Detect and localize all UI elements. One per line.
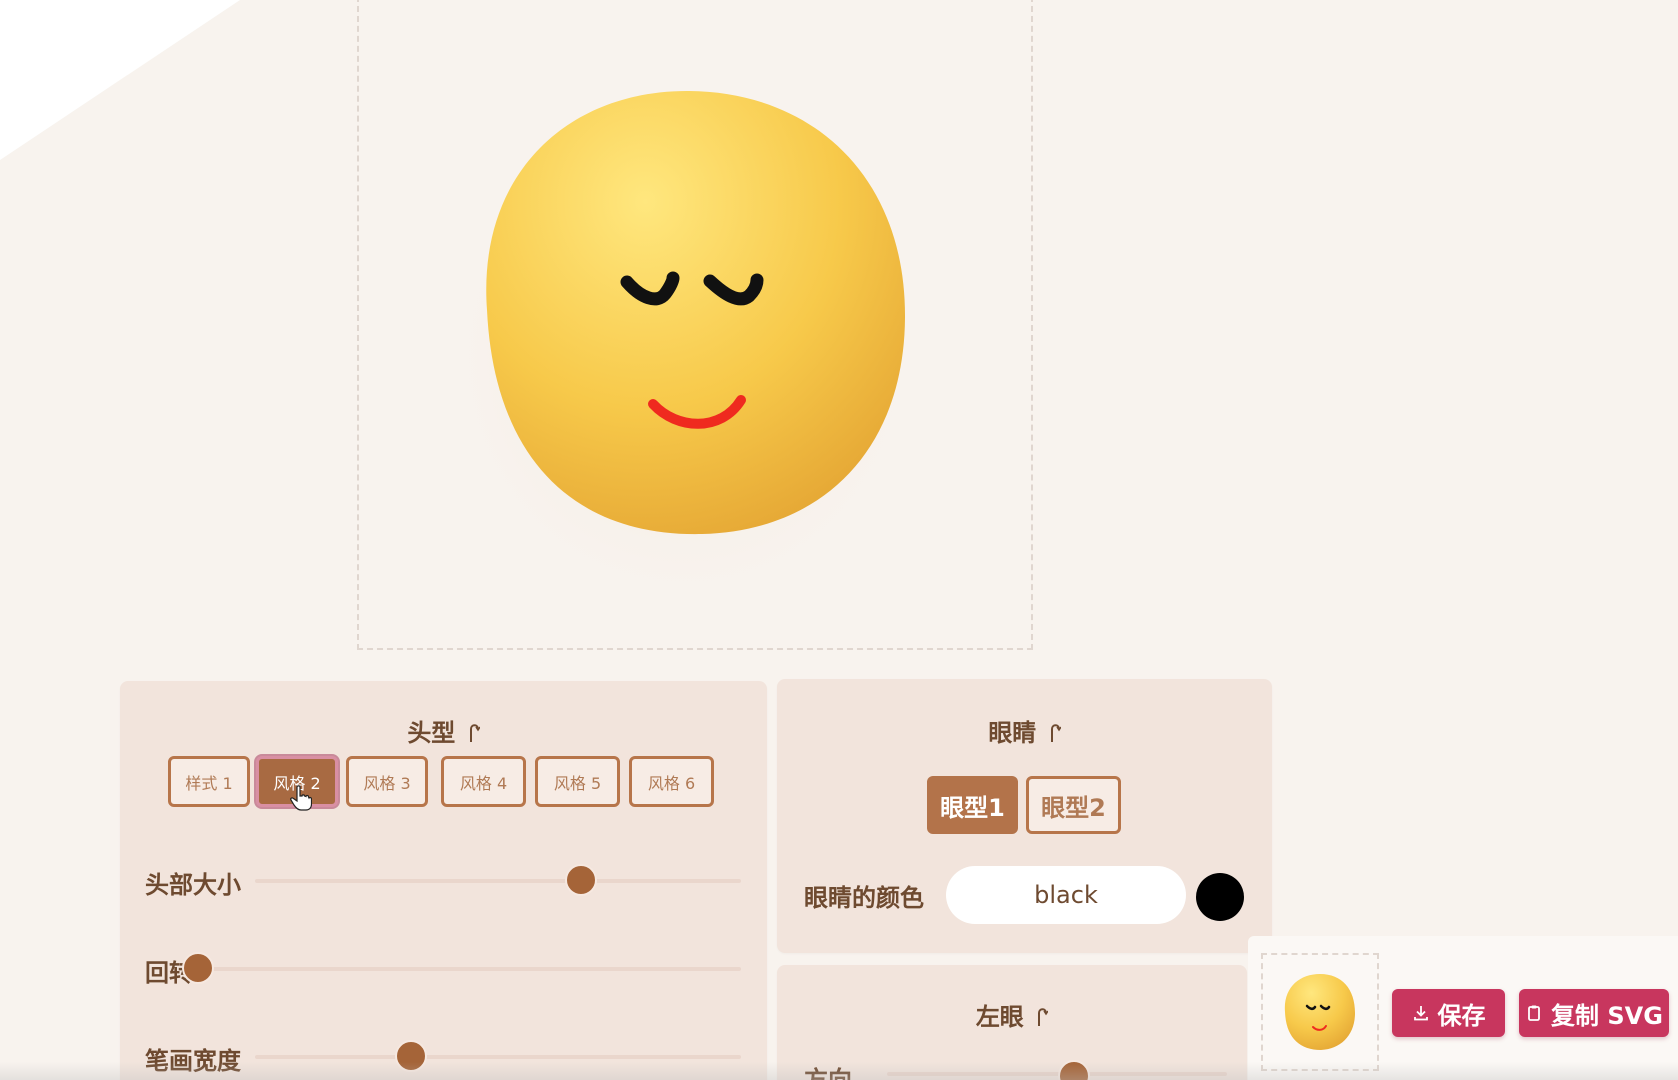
head-panel-title: 头型 [120,713,767,748]
eyes-panel-title: 眼睛 [777,713,1272,748]
avatar-thumbnail [1261,953,1379,1071]
eye-color-label: 眼睛的颜色 [804,884,924,912]
rotate-slider-track[interactable] [198,967,741,971]
face-head [486,90,906,535]
stroke-width-slider-track[interactable] [255,1055,741,1059]
background-corner [0,0,240,160]
head-style-4-button[interactable]: 风格 4 [441,756,526,807]
eye-color-swatch[interactable] [1196,873,1244,921]
head-size-slider-thumb[interactable] [564,864,597,896]
thumbnail-face [1284,974,1355,1050]
avatar-face [439,90,929,613]
rotate-slider-thumb[interactable] [182,952,214,984]
save-button-label: 保存 [1437,1001,1486,1030]
hand-pointer-icon [290,785,312,811]
head-panel: 头型 样式 1 风格 2 风格 3 风格 4 风格 5 风格 6 头部大小 回转… [120,681,767,1080]
eye-type-1-button[interactable]: 眼型1 [927,776,1018,834]
download-icon [1413,1006,1428,1021]
app-page: 头型 样式 1 风格 2 风格 3 风格 4 风格 5 风格 6 头部大小 回转… [0,0,1678,1080]
copy-svg-button[interactable]: 复制 SVG [1519,989,1669,1037]
head-style-5-button[interactable]: 风格 5 [535,756,620,807]
eye-type-2-button[interactable]: 眼型2 [1026,776,1121,834]
copy-svg-button-label: 复制 SVG [1551,1001,1663,1030]
avatar-preview-canvas [357,0,1033,650]
left-eye-panel-title: 左眼 [777,997,1247,1032]
save-button[interactable]: 保存 [1392,989,1505,1037]
clipboard-icon [1528,1005,1540,1021]
head-style-1-button[interactable]: 样式 1 [168,756,250,807]
bottom-edge-shadow [0,1062,1678,1080]
head-style-3-button[interactable]: 风格 3 [346,756,428,807]
refresh-icon[interactable] [1036,1005,1049,1027]
eye-color-input[interactable] [946,866,1186,924]
head-size-label: 头部大小 [145,871,241,899]
refresh-icon[interactable] [468,721,480,743]
head-size-slider-track[interactable] [255,879,741,883]
refresh-icon[interactable] [1049,721,1061,743]
head-style-6-button[interactable]: 风格 6 [629,756,714,807]
